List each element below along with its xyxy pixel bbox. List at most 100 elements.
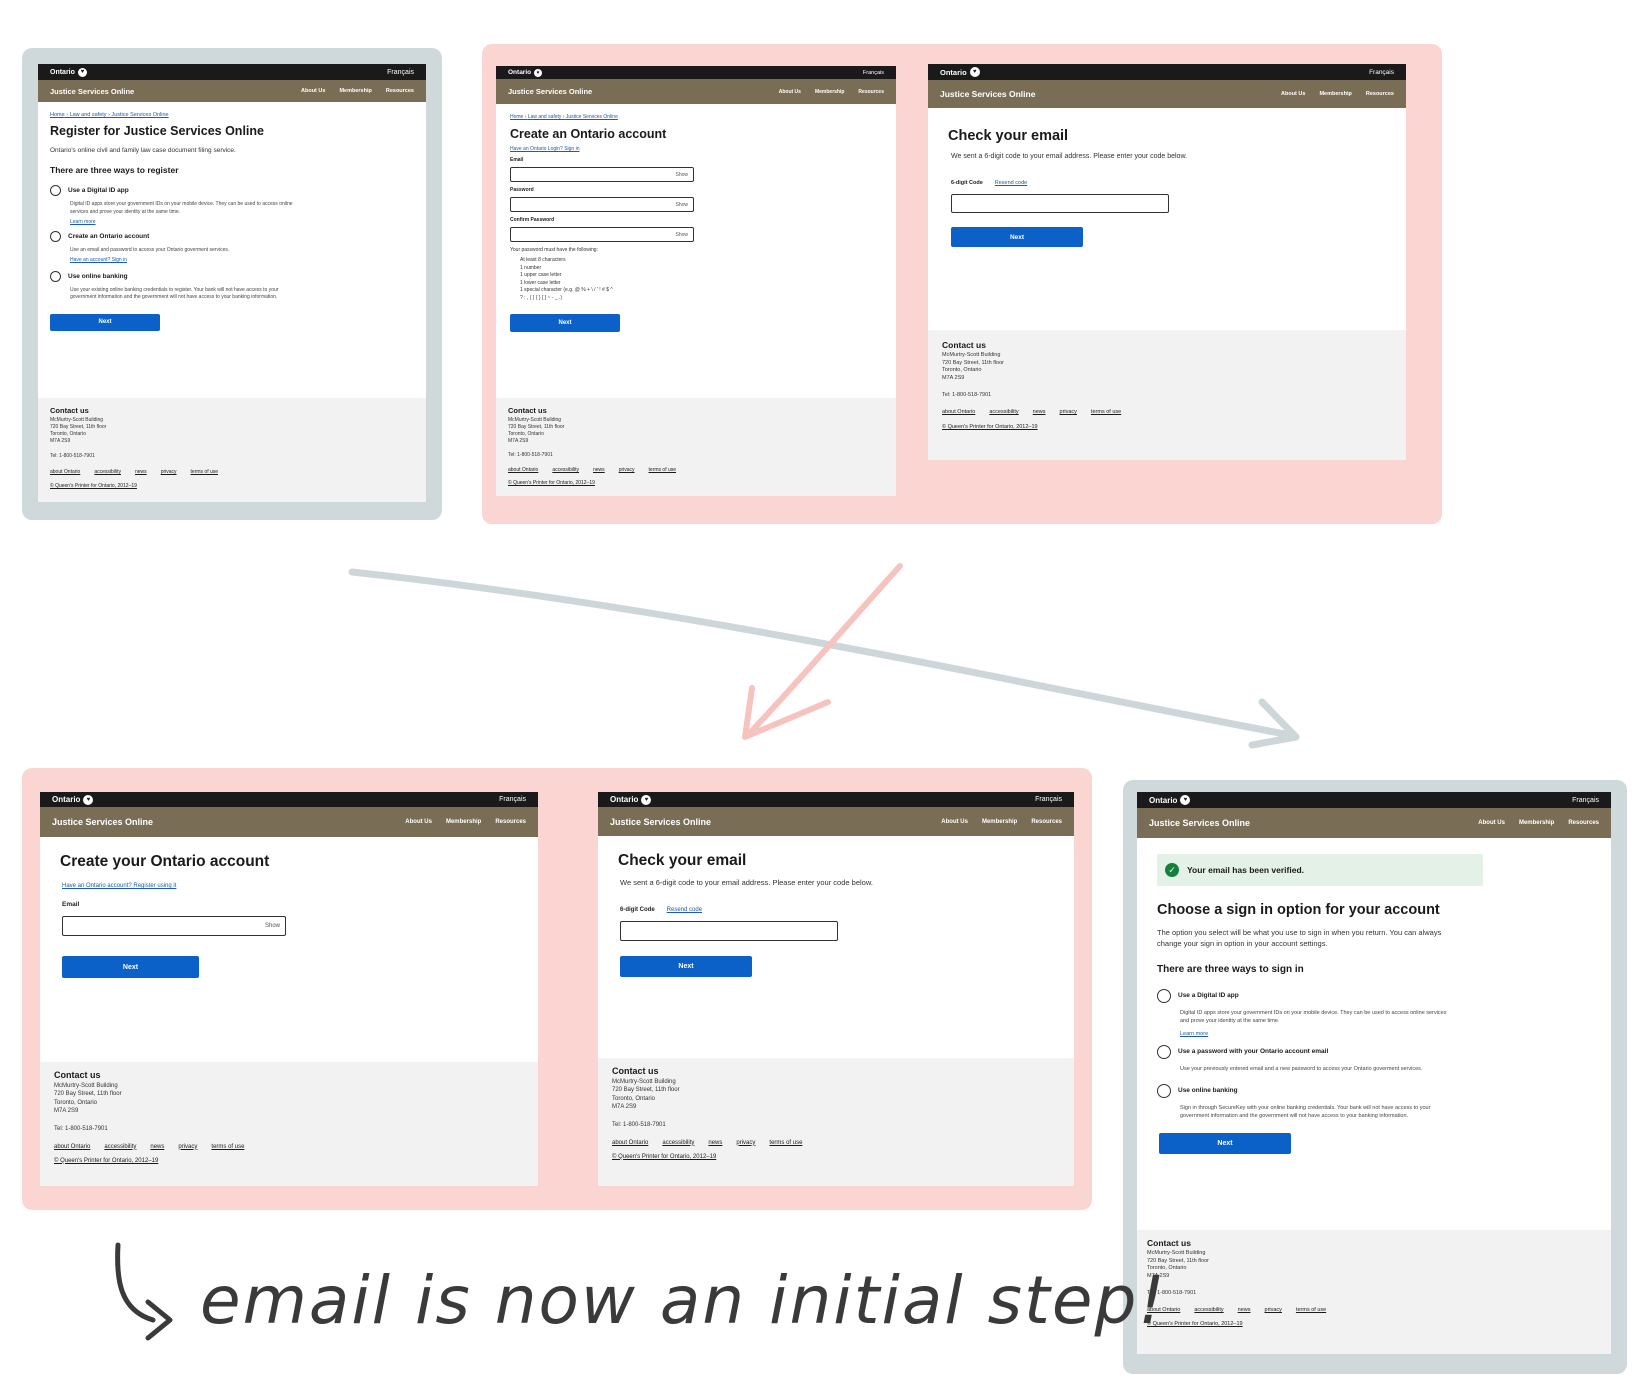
nav-about[interactable]: About Us	[779, 89, 801, 95]
nav-resources[interactable]: Resources	[495, 819, 526, 825]
footer-link[interactable]: about Ontario	[54, 1144, 90, 1150]
email-field[interactable]: Show	[62, 916, 286, 936]
radio-button[interactable]	[1157, 1044, 1171, 1059]
nav-about[interactable]: About Us	[405, 819, 432, 825]
password-field[interactable]: Show	[510, 197, 694, 212]
resend-code-link[interactable]: Resend code	[667, 907, 702, 913]
footer-link[interactable]: about Ontario	[50, 469, 80, 475]
language-toggle[interactable]: Français	[1035, 796, 1062, 803]
copyright[interactable]: © Queen's Printer for Ontario, 2012–19	[508, 480, 884, 486]
footer-link[interactable]: about Ontario	[612, 1140, 648, 1146]
nav-membership[interactable]: Membership	[339, 88, 371, 94]
footer-link[interactable]: news	[1238, 1307, 1251, 1313]
next-button[interactable]: Next	[951, 227, 1083, 248]
register-link[interactable]: Have an Ontario account? Register using …	[60, 883, 518, 889]
radio-button[interactable]	[50, 271, 61, 283]
footer-link[interactable]: privacy	[178, 1144, 197, 1150]
option-online-banking[interactable]: Use online banking Use your existing onl…	[50, 271, 414, 302]
code-field[interactable]	[951, 194, 1169, 214]
footer-link[interactable]: terms of use	[649, 467, 677, 473]
radio-button[interactable]	[1157, 1083, 1171, 1098]
nav-resources[interactable]: Resources	[1031, 819, 1062, 825]
email-field[interactable]: Show	[510, 167, 694, 182]
nav-about[interactable]: About Us	[941, 819, 968, 825]
radio-button[interactable]	[50, 230, 61, 242]
nav-resources[interactable]: Resources	[1568, 820, 1599, 826]
next-button[interactable]: Next	[510, 314, 620, 333]
site-name[interactable]: Justice Services Online	[508, 87, 592, 96]
learn-more-link[interactable]: Learn more	[70, 219, 414, 225]
footer-link[interactable]: accessibility	[989, 409, 1018, 415]
code-field[interactable]	[620, 920, 838, 941]
language-toggle[interactable]: Français	[1572, 797, 1599, 804]
site-name[interactable]: Justice Services Online	[50, 87, 134, 96]
nav-about[interactable]: About Us	[1478, 820, 1505, 826]
learn-more-link[interactable]: Learn more	[1180, 1031, 1591, 1037]
nav-membership[interactable]: Membership	[982, 819, 1017, 825]
option-online-banking[interactable]: Use online banking Sign in through Secur…	[1157, 1083, 1591, 1121]
footer-link[interactable]: terms of use	[1091, 409, 1121, 415]
language-toggle[interactable]: Français	[863, 70, 884, 76]
option-digital-id[interactable]: Use a Digital ID app Digital ID apps sto…	[50, 185, 414, 225]
show-toggle[interactable]: Show	[675, 232, 688, 238]
footer-link[interactable]: news	[593, 467, 605, 473]
copyright[interactable]: © Queen's Printer for Ontario, 2012–19	[942, 424, 1392, 430]
nav-about[interactable]: About Us	[301, 88, 325, 94]
footer-link[interactable]: news	[150, 1144, 164, 1150]
nav-membership[interactable]: Membership	[1319, 91, 1351, 97]
footer-link[interactable]: privacy	[736, 1140, 755, 1146]
ontario-logo[interactable]: Ontario ♥	[508, 68, 543, 77]
site-name[interactable]: Justice Services Online	[610, 817, 711, 827]
nav-membership[interactable]: Membership	[1519, 820, 1554, 826]
nav-membership[interactable]: Membership	[815, 89, 844, 95]
footer-link[interactable]: privacy	[619, 467, 635, 473]
next-button[interactable]: Next	[62, 956, 199, 978]
next-button[interactable]: Next	[50, 313, 160, 331]
option-digital-id[interactable]: Use a Digital ID app Digital ID apps sto…	[1157, 988, 1591, 1037]
copyright[interactable]: © Queen's Printer for Ontario, 2012–19	[50, 483, 414, 489]
copyright[interactable]: © Queen's Printer for Ontario, 2012–19	[1147, 1321, 1601, 1327]
ontario-logo[interactable]: Ontario ♥	[50, 67, 87, 77]
site-name[interactable]: Justice Services Online	[940, 89, 1035, 99]
footer-link[interactable]: news	[1033, 409, 1046, 415]
breadcrumb[interactable]: Home › Law and safety › Justice Services…	[50, 112, 414, 118]
next-button[interactable]: Next	[1159, 1132, 1291, 1154]
copyright[interactable]: © Queen's Printer for Ontario, 2012–19	[54, 1158, 524, 1164]
confirm-password-field[interactable]: Show	[510, 227, 694, 242]
footer-link[interactable]: privacy	[1265, 1307, 1282, 1313]
resend-code-link[interactable]: Resend code	[995, 180, 1027, 186]
ontario-logo[interactable]: Ontario ♥	[940, 67, 980, 77]
radio-button[interactable]	[50, 185, 61, 197]
nav-about[interactable]: About Us	[1281, 91, 1305, 97]
option-ontario-account[interactable]: Create an Ontario account Use an email a…	[50, 230, 414, 263]
nav-resources[interactable]: Resources	[858, 89, 884, 95]
copyright[interactable]: © Queen's Printer for Ontario, 2012–19	[612, 1154, 1060, 1160]
option-password[interactable]: Use a password with your Ontario account…	[1157, 1044, 1591, 1074]
footer-link[interactable]: about Ontario	[942, 409, 975, 415]
ontario-logo[interactable]: Ontario ♥	[52, 794, 94, 805]
show-toggle[interactable]: Show	[265, 923, 280, 929]
sign-in-link[interactable]: Have an account? Sign in	[70, 257, 414, 263]
footer-link[interactable]: terms of use	[1296, 1307, 1326, 1313]
site-name[interactable]: Justice Services Online	[52, 817, 153, 827]
site-name[interactable]: Justice Services Online	[1149, 818, 1250, 828]
ontario-logo[interactable]: Ontario ♥	[1149, 795, 1191, 805]
footer-link[interactable]: terms of use	[211, 1144, 244, 1150]
show-toggle[interactable]: Show	[675, 202, 688, 208]
sign-in-link[interactable]: Have an Ontario Login? Sign in	[510, 146, 882, 152]
breadcrumb[interactable]: Home › Law and safety › Justice Services…	[510, 114, 882, 120]
footer-link[interactable]: about Ontario	[508, 467, 538, 473]
next-button[interactable]: Next	[620, 955, 752, 977]
language-toggle[interactable]: Français	[387, 69, 414, 76]
footer-link[interactable]: privacy	[161, 469, 177, 475]
nav-resources[interactable]: Resources	[1366, 91, 1394, 97]
footer-link[interactable]: accessibility	[1194, 1307, 1223, 1313]
nav-resources[interactable]: Resources	[386, 88, 414, 94]
footer-link[interactable]: accessibility	[104, 1144, 136, 1150]
footer-link[interactable]: privacy	[1060, 409, 1077, 415]
ontario-logo[interactable]: Ontario ♥	[610, 794, 652, 805]
footer-link[interactable]: terms of use	[191, 469, 219, 475]
footer-link[interactable]: accessibility	[94, 469, 121, 475]
show-toggle[interactable]: Show	[675, 172, 688, 178]
footer-link[interactable]: terms of use	[769, 1140, 802, 1146]
